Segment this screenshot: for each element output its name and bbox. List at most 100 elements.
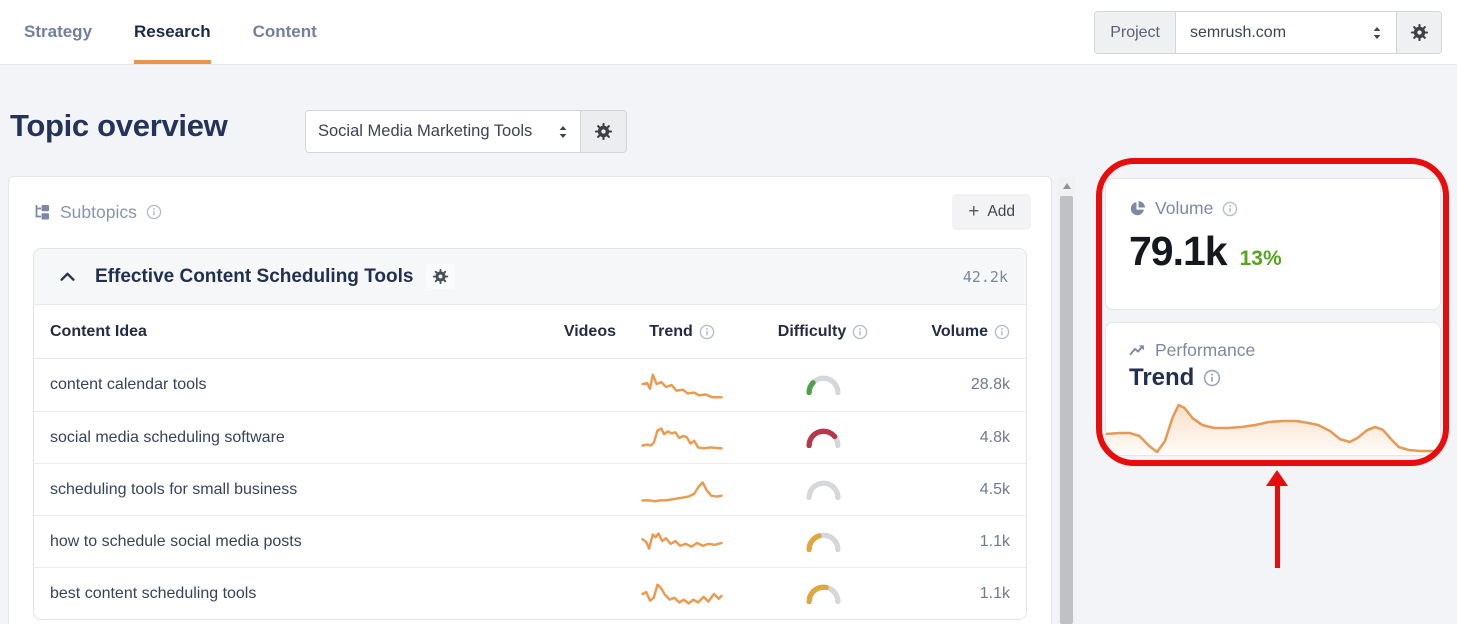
updown-icon [558, 125, 568, 139]
column-header-content-idea: Content Idea [50, 323, 520, 341]
trend-sparkline-cell [616, 369, 748, 401]
volume-value: 4.5k [898, 481, 1010, 499]
scrollbar-up-button[interactable] [1058, 177, 1075, 194]
table-row[interactable]: scheduling tools for small business 4.5k [34, 463, 1026, 515]
trend-sparkline [639, 578, 725, 610]
performance-card: Performance Trend [1105, 322, 1441, 456]
trend-sparkline-cell [616, 578, 748, 610]
content-idea-text[interactable]: scheduling tools for small business [50, 481, 520, 499]
content-idea-text[interactable]: best content scheduling tools [50, 585, 520, 603]
project-settings-button[interactable] [1396, 12, 1441, 53]
subtopics-panel-header: Subtopics + Add [9, 177, 1051, 238]
gear-icon [1410, 23, 1429, 42]
trend-title: Trend [1129, 364, 1194, 392]
trend-sparkline-cell [616, 526, 748, 558]
table-row[interactable]: social media scheduling software 4.8k [34, 411, 1026, 463]
chevron-up-icon [60, 272, 75, 282]
column-header-volume: Volume [898, 323, 1010, 341]
trend-area-chart [1106, 397, 1440, 455]
trend-title-info-icon[interactable] [1203, 369, 1221, 387]
trend-sparkline-cell [616, 474, 748, 506]
gear-icon [594, 122, 613, 141]
subtopic-card: Effective Content Scheduling Tools 42.2k… [33, 248, 1027, 620]
difficulty-gauge-cell [748, 584, 898, 604]
subtopics-info-icon[interactable] [146, 204, 162, 220]
difficulty-gauge [806, 428, 841, 448]
subtopics-tree-icon [33, 203, 51, 221]
performance-label: Performance [1155, 340, 1255, 361]
volume-value: 4.8k [898, 429, 1010, 447]
project-label: Project [1095, 12, 1176, 53]
trend-info-icon[interactable] [699, 324, 715, 340]
subtopic-total-volume: 42.2k [963, 268, 1008, 286]
pie-chart-icon [1129, 200, 1146, 217]
content-idea-text[interactable]: social media scheduling software [50, 429, 520, 447]
volume-total-value: 79.1k [1129, 228, 1227, 275]
difficulty-gauge [806, 584, 841, 604]
volume-card: Volume 79.1k 13% [1105, 178, 1441, 310]
difficulty-gauge-cell [748, 480, 898, 500]
project-selector-group: Project semrush.com [1094, 11, 1442, 54]
up-arrow-icon [1063, 183, 1071, 189]
top-navigation: Strategy Research Content Project semrus… [0, 0, 1457, 65]
gear-icon [432, 268, 449, 285]
tab-content[interactable]: Content [253, 0, 317, 64]
project-select[interactable]: semrush.com [1176, 12, 1396, 53]
collapse-button[interactable] [56, 268, 79, 286]
column-header-difficulty: Difficulty [748, 323, 898, 341]
topic-selector-group: Social Media Marketing Tools [305, 110, 627, 153]
table-row[interactable]: best content scheduling tools 1.1k [34, 567, 1026, 619]
difficulty-gauge-cell [748, 532, 898, 552]
volume-value: 1.1k [898, 585, 1010, 603]
updown-icon [1372, 26, 1382, 40]
volume-value: 28.8k [898, 376, 1010, 394]
tab-research[interactable]: Research [134, 0, 211, 64]
subtopics-heading: Subtopics [33, 202, 162, 223]
difficulty-gauge-cell [748, 375, 898, 395]
column-header-videos: Videos [520, 323, 616, 341]
trend-title-row: Trend [1129, 364, 1417, 392]
volume-card-header: Volume [1129, 198, 1417, 219]
panel-scrollbar[interactable] [1058, 177, 1075, 624]
difficulty-gauge-cell [748, 428, 898, 448]
annotation-arrow [1265, 470, 1289, 568]
volume-info-icon[interactable] [994, 324, 1010, 340]
topic-select[interactable]: Social Media Marketing Tools [306, 111, 580, 152]
content-ideas-body: content calendar tools 28.8k social medi… [34, 359, 1026, 619]
trend-sparkline [639, 526, 725, 558]
difficulty-gauge [806, 480, 841, 500]
scrollbar-thumb[interactable] [1060, 196, 1073, 624]
project-select-value: semrush.com [1190, 24, 1286, 42]
volume-card-label: Volume [1155, 198, 1213, 219]
trend-sparkline [639, 422, 725, 454]
annotation-arrow-head [1266, 470, 1288, 486]
add-button[interactable]: + Add [952, 194, 1031, 230]
annotation-arrow-shaft [1275, 486, 1280, 568]
difficulty-gauge [806, 375, 841, 395]
difficulty-gauge [806, 532, 841, 552]
volume-card-info-icon[interactable] [1222, 201, 1238, 217]
tab-strategy[interactable]: Strategy [24, 0, 92, 64]
trend-sparkline [639, 474, 725, 506]
plus-icon: + [968, 205, 979, 219]
performance-card-inner: Performance Trend [1106, 323, 1440, 392]
trend-sparkline [639, 369, 725, 401]
add-button-label: Add [987, 203, 1015, 221]
table-row[interactable]: how to schedule social media posts 1.1k [34, 515, 1026, 567]
content-idea-text[interactable]: how to schedule social media posts [50, 533, 520, 551]
volume-value: 1.1k [898, 533, 1010, 551]
column-header-trend: Trend [616, 323, 748, 341]
subtopics-title: Subtopics [60, 202, 137, 223]
volume-change-badge: 13% [1240, 247, 1282, 271]
table-row[interactable]: content calendar tools 28.8k [34, 359, 1026, 411]
subtopic-card-title: Effective Content Scheduling Tools [95, 266, 413, 288]
trend-arrow-icon [1129, 342, 1146, 359]
trend-area-fill [1106, 405, 1440, 455]
subtopic-settings-button[interactable] [426, 264, 455, 289]
topic-settings-button[interactable] [580, 111, 626, 152]
difficulty-info-icon[interactable] [852, 324, 868, 340]
table-header-row: Content Idea Videos Trend Difficulty Vol… [34, 305, 1026, 359]
subtopic-card-header: Effective Content Scheduling Tools 42.2k [34, 249, 1026, 305]
content-idea-text[interactable]: content calendar tools [50, 376, 520, 394]
performance-card-header: Performance [1129, 340, 1417, 361]
